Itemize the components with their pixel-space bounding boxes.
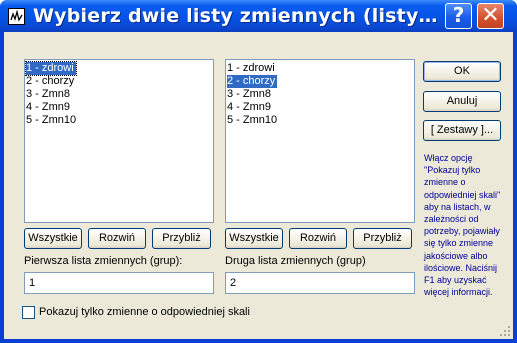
select-all-button-2[interactable]: Wszystkie: [225, 228, 283, 249]
list-item[interactable]: 3 - Zmn8: [226, 88, 414, 101]
help-button[interactable]: ?: [445, 3, 472, 29]
app-icon: [8, 8, 25, 25]
info-line: się tylko zmienne: [424, 238, 494, 249]
list-item[interactable]: 2 - chorzy: [25, 75, 213, 88]
list-item-label: 3 - Zmn8: [26, 88, 71, 100]
info-line: "Pokazuj tylko: [424, 165, 481, 176]
list-item[interactable]: 2 - chorzy: [226, 75, 414, 88]
zoom-button-1[interactable]: Przybliż: [152, 228, 211, 249]
info-line: jakościowe albo: [424, 250, 488, 261]
list-item-label: 1 - zdrowi: [227, 62, 275, 74]
list-item-label: 5 - Zmn10: [26, 114, 77, 126]
expand-button-2[interactable]: Rozwiń: [289, 228, 347, 249]
list-item-label: 2 - chorzy: [26, 75, 75, 87]
expand-button-1[interactable]: Rozwiń: [88, 228, 146, 249]
window-title: Wybierz dwie listy zmiennych (listy…: [33, 5, 438, 27]
list-item[interactable]: 1 - zdrowi: [25, 61, 213, 76]
second-list-label: Druga lista zmiennych (grup): [225, 255, 366, 267]
info-line: więcej informacji.: [424, 287, 493, 298]
info-text: Włącz opcję "Pokazuj tylko zmienne o odpowi…: [424, 152, 512, 298]
info-line: ilościowe. Naciśnij: [424, 262, 498, 273]
list-item-label: 3 - Zmn8: [227, 88, 272, 100]
info-line: zależności od: [424, 214, 479, 225]
info-line: aby na listach, w: [424, 201, 491, 212]
list-item[interactable]: 5 - Zmn10: [25, 114, 213, 127]
info-line: odpowiedniej skali": [424, 189, 501, 200]
first-list-input[interactable]: 1: [24, 272, 214, 294]
list-item-label: 2 - chorzy: [227, 75, 278, 88]
cancel-button[interactable]: Anuluj: [423, 91, 501, 112]
select-all-button-1[interactable]: Wszystkie: [24, 228, 82, 249]
list-item[interactable]: 3 - Zmn8: [25, 88, 213, 101]
first-variable-list[interactable]: 1 - zdrowi 2 - chorzy 3 - Zmn8 4 - Zmn9 5 - …: [24, 59, 214, 223]
info-line: F1 aby uzyskać: [424, 275, 487, 286]
second-list-input[interactable]: 2: [225, 272, 415, 294]
list-item-label: 4 - Zmn9: [227, 101, 272, 113]
list-item[interactable]: 4 - Zmn9: [226, 101, 414, 114]
ok-button[interactable]: OK: [423, 61, 501, 82]
close-button[interactable]: ✕: [477, 3, 504, 29]
list-item[interactable]: 1 - zdrowi: [226, 62, 414, 75]
list-item-label: 5 - Zmn10: [227, 114, 278, 126]
info-line: Włącz opcję: [424, 153, 473, 163]
dialog-body: 1 - zdrowi 2 - chorzy 3 - Zmn8 4 - Zmn9 5 - …: [4, 32, 513, 339]
info-line: zmienne o: [424, 177, 466, 188]
resize-grip-icon[interactable]: [499, 325, 511, 337]
info-line: potrzeby, pojawiały: [424, 226, 500, 237]
first-list-label: Pierwsza lista zmiennych (grup):: [24, 255, 183, 267]
scale-filter-label[interactable]: Pokazuj tylko zmienne o odpowiedniej ska…: [39, 306, 250, 318]
list-item-label: 1 - zdrowi: [25, 61, 77, 76]
list-item-label: 4 - Zmn9: [26, 101, 71, 113]
title-bar[interactable]: Wybierz dwie listy zmiennych (listy… ? ✕: [0, 0, 517, 32]
zoom-button-2[interactable]: Przybliż: [353, 228, 412, 249]
dialog-window: Wybierz dwie listy zmiennych (listy… ? ✕…: [0, 0, 517, 343]
scale-filter-checkbox[interactable]: [22, 306, 35, 319]
sets-button[interactable]: [ Zestawy ]...: [423, 120, 501, 141]
second-variable-list[interactable]: 1 - zdrowi 2 - chorzy 3 - Zmn8 4 - Zmn9 5 - …: [225, 59, 415, 223]
list-item[interactable]: 5 - Zmn10: [226, 114, 414, 127]
list-item[interactable]: 4 - Zmn9: [25, 101, 213, 114]
